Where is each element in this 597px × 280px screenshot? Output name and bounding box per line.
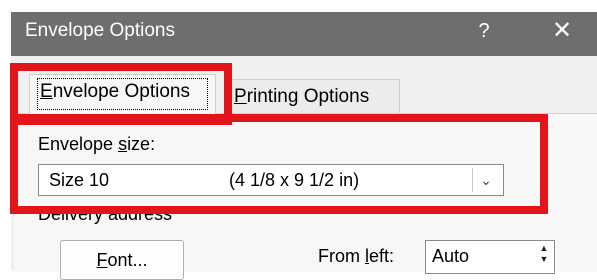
highlight-box-envelope-size: [10, 114, 548, 214]
help-button[interactable]: ?: [474, 20, 494, 43]
dialog-title: Envelope Options: [25, 20, 175, 41]
from-left-value: Auto: [432, 246, 470, 266]
background-strip-top: [0, 0, 597, 12]
font-button[interactable]: Font...: [60, 240, 184, 280]
tab-printing-options[interactable]: Printing Options: [226, 79, 400, 114]
close-button[interactable]: ✕: [550, 16, 574, 45]
spinner-arrows-icon[interactable]: ▲ ▼: [536, 243, 552, 265]
tab-printing-options-label: Printing Options: [234, 86, 370, 107]
envelope-options-dialog: Envelope Options ? ✕ Printing Options En…: [0, 0, 597, 280]
from-left-label: From left:: [318, 246, 395, 266]
from-left-spinner[interactable]: Auto ▲ ▼: [425, 240, 555, 274]
